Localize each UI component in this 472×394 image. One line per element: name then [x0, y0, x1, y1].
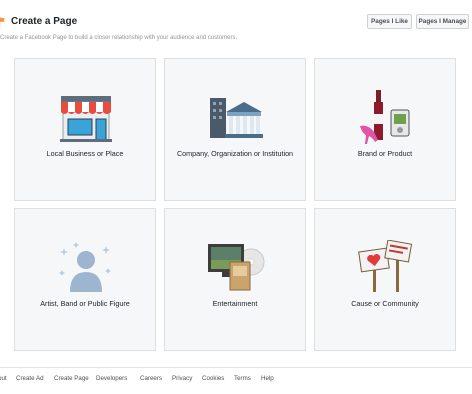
category-entertainment[interactable]: Entertainment — [164, 208, 306, 351]
page-title: Create a Page — [11, 16, 78, 27]
footer-links: out Create Ad Create Page Developers Car… — [0, 375, 472, 385]
footer-link-cookies[interactable]: Cookies — [202, 375, 224, 382]
category-label: Local Business or Place — [46, 149, 124, 158]
category-company[interactable]: Company, Organization or Institution — [164, 58, 306, 201]
page-header: Create a Page Pages I Like Pages I Manag… — [0, 14, 472, 30]
category-artist[interactable]: Artist, Band or Public Figure — [14, 208, 156, 351]
person-icon — [59, 242, 111, 292]
entertainment-icon — [208, 244, 265, 291]
signs-icon — [358, 240, 413, 292]
page-subtitle: Create a Facebook Page to build a closer… — [0, 35, 238, 41]
category-label: Cause or Community — [351, 299, 419, 308]
footer-link-about[interactable]: out — [0, 375, 7, 382]
footer-link-help[interactable]: Help — [261, 375, 274, 382]
pages-i-manage-button[interactable]: Pages I Manage — [416, 14, 469, 29]
footer-divider — [0, 367, 472, 368]
category-label: Artist, Band or Public Figure — [40, 299, 130, 308]
category-label: Brand or Product — [357, 149, 413, 158]
footer-link-developers[interactable]: Developers — [96, 375, 127, 382]
product-icon — [360, 90, 410, 144]
flag-icon — [0, 17, 5, 26]
category-cause[interactable]: Cause or Community — [314, 208, 456, 351]
footer-link-careers[interactable]: Careers — [140, 375, 162, 382]
footer-link-create-page[interactable]: Create Page — [54, 375, 89, 382]
pages-i-like-button[interactable]: Pages I Like — [367, 14, 412, 29]
category-local-business[interactable]: Local Business or Place — [14, 58, 156, 201]
footer-link-terms[interactable]: Terms — [234, 375, 251, 382]
category-label: Entertainment — [212, 299, 258, 308]
footer-link-create-ad[interactable]: Create Ad — [16, 375, 44, 382]
building-icon — [210, 98, 263, 138]
category-brand[interactable]: Brand or Product — [314, 58, 456, 201]
footer-link-privacy[interactable]: Privacy — [172, 375, 192, 382]
category-label: Company, Organization or Institution — [176, 149, 294, 158]
storefront-icon — [60, 96, 112, 142]
